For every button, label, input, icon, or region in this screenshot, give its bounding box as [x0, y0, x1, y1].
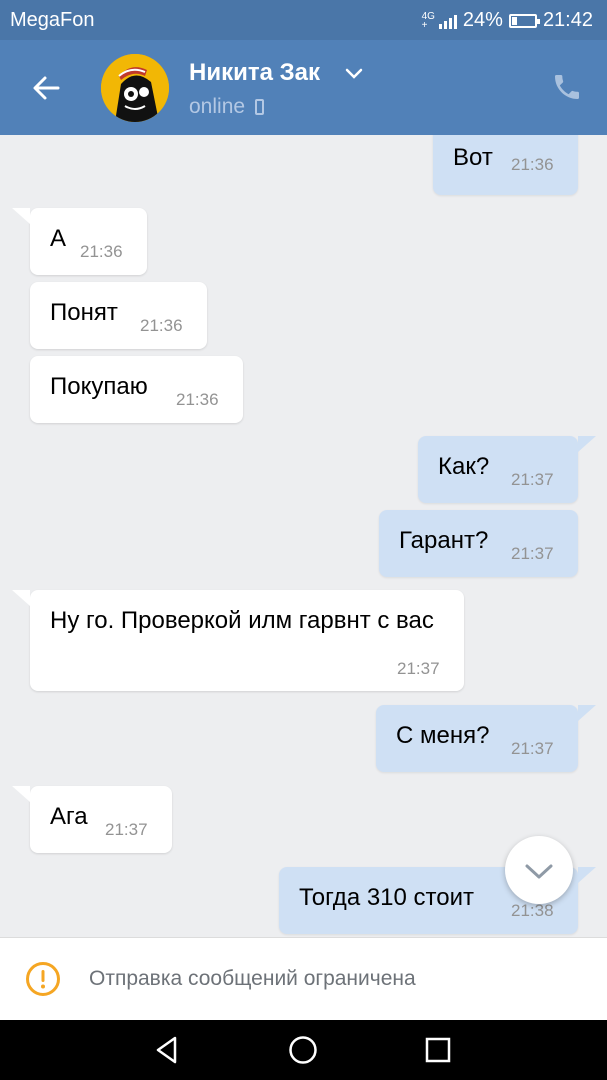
message-text: Ага — [50, 803, 88, 830]
network-type: 4G + — [421, 11, 435, 31]
square-recent-icon[interactable] — [422, 1034, 454, 1066]
contact-name[interactable]: Никита Зак — [189, 59, 320, 87]
message-time: 21:37 — [105, 820, 148, 839]
system-nav-bar — [0, 1020, 607, 1080]
message-text: Гарант? — [399, 527, 489, 554]
message-time: 21:36 — [80, 242, 123, 261]
chevron-down-icon — [525, 864, 553, 879]
chevron-down-icon[interactable] — [345, 68, 363, 80]
message-restriction-bar: Отправка сообщений ограничена — [0, 937, 607, 1020]
battery-icon — [508, 13, 540, 28]
message-time: 21:38 — [511, 901, 554, 920]
online-status-label: online — [189, 95, 246, 118]
status-indicators: 4G + 24% 21:42 — [422, 9, 593, 32]
message-text: Понят — [50, 299, 118, 326]
triangle-back-icon[interactable] — [151, 1034, 183, 1066]
message-bubble-outgoing[interactable]: Вот 21:36 — [433, 135, 578, 195]
message-list[interactable]: Вот 21:36 А 21:36 Понят 21:36 Покупаю 21… — [0, 135, 607, 937]
message-time: 21:36 — [176, 390, 219, 409]
signal-icon — [438, 13, 457, 29]
message-text: Ну го. Проверкой илм гарвнт с вас — [50, 607, 434, 634]
arrow-left-icon[interactable] — [28, 70, 64, 106]
carrier-name: MegaFon — [10, 9, 95, 31]
message-bubble-incoming[interactable]: Ну го. Проверкой илм гарвнт с вас 21:37 — [12, 590, 464, 691]
message-bubble-outgoing[interactable]: С меня? 21:37 — [376, 705, 596, 772]
message-time: 21:36 — [511, 155, 554, 174]
battery-percent: 24% — [462, 9, 503, 31]
message-text: Тогда 310 стоит — [299, 884, 475, 911]
message-time: 21:37 — [397, 659, 440, 678]
message-bubble-incoming[interactable]: Понят 21:36 — [30, 282, 207, 349]
network-roaming-label: + — [421, 19, 428, 31]
message-bubble-incoming[interactable]: Ага 21:37 — [12, 786, 172, 853]
avatar[interactable] — [101, 54, 169, 122]
clock: 21:42 — [542, 9, 593, 31]
message-bubble-incoming[interactable]: А 21:36 — [12, 208, 147, 275]
message-time: 21:37 — [511, 470, 554, 489]
message-time: 21:37 — [511, 544, 554, 563]
phone-icon[interactable] — [551, 71, 583, 103]
message-text: Вот — [453, 144, 493, 171]
message-bubble-incoming[interactable]: Покупаю 21:36 — [30, 356, 243, 423]
message-text: С меня? — [396, 722, 490, 749]
message-bubble-outgoing[interactable]: Гарант? 21:37 — [379, 510, 578, 577]
message-text: Покупаю — [50, 373, 148, 400]
message-text: Как? — [438, 453, 490, 480]
message-bubble-outgoing[interactable]: Как? 21:37 — [418, 436, 596, 503]
message-time: 21:37 — [511, 739, 554, 758]
message-time: 21:36 — [140, 316, 183, 335]
restriction-text: Отправка сообщений ограничена — [89, 967, 416, 990]
online-status: online — [189, 95, 265, 119]
warning-icon — [26, 962, 60, 996]
chat-header: Никита Зак online — [0, 40, 607, 135]
status-bar: MegaFon 4G + 24% 21:42 — [0, 0, 607, 40]
circle-home-icon[interactable] — [287, 1034, 319, 1066]
mobile-icon — [255, 99, 265, 115]
scroll-to-bottom-button[interactable] — [505, 836, 573, 904]
message-text: А — [50, 225, 67, 252]
